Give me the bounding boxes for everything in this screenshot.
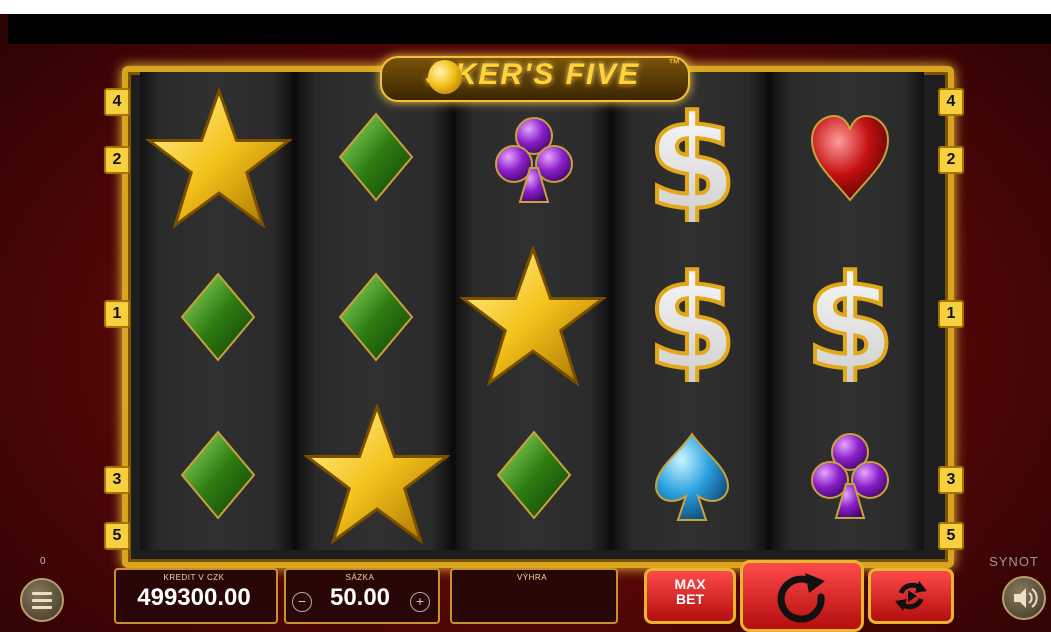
payline-right-2: 2	[938, 146, 964, 174]
hamburger-icon	[32, 592, 52, 609]
bet-increase-button[interactable]: +	[410, 592, 430, 612]
club-symbol-icon	[810, 428, 890, 522]
bet-label: SÁZKA	[345, 573, 375, 582]
menu-counter: 0	[40, 556, 46, 567]
game-title: J KER'S FIVE	[425, 58, 641, 91]
payline-left-4: 4	[104, 88, 130, 116]
star-symbol-icon	[460, 246, 606, 386]
svg-text:$: $	[805, 256, 895, 382]
payline-left-5: 5	[104, 522, 130, 550]
heart-symbol-icon	[810, 114, 890, 204]
payline-left-1: 1	[104, 300, 130, 328]
max-bet-label: MAX BET	[647, 577, 733, 607]
trademark: ™	[668, 56, 680, 70]
star-symbol-icon	[146, 88, 292, 228]
payline-left-3: 3	[104, 466, 130, 494]
top-black-bar	[8, 14, 1051, 44]
autoplay-icon	[895, 581, 927, 611]
spade-symbol-icon	[652, 430, 732, 524]
sound-button[interactable]	[1002, 576, 1046, 620]
game-stage: J KER'S FIVE ™ 4 2 1 3 5 4 2 1 3 5 $ $ $…	[0, 0, 1051, 632]
club-symbol-icon	[494, 112, 574, 206]
dollar-symbol-icon: $	[798, 256, 902, 382]
payline-right-3: 3	[938, 466, 964, 494]
payline-right-5: 5	[938, 522, 964, 550]
max-bet-line2: BET	[676, 591, 704, 607]
payline-right-1: 1	[938, 300, 964, 328]
payline-left-2: 2	[104, 146, 130, 174]
autoplay-button[interactable]	[868, 568, 954, 624]
minus-icon: −	[297, 593, 307, 609]
svg-text:$: $	[647, 96, 737, 222]
diamond-symbol-icon	[180, 430, 256, 520]
joker-ball-icon	[428, 60, 462, 94]
diamond-symbol-icon	[496, 430, 572, 520]
win-label: VÝHRA	[516, 573, 548, 582]
diamond-symbol-icon	[338, 272, 414, 362]
top-white-strip	[0, 0, 1051, 14]
payline-right-4: 4	[938, 88, 964, 116]
svg-text:$: $	[647, 256, 737, 382]
diamond-symbol-icon	[180, 272, 256, 362]
spin-button[interactable]	[740, 560, 864, 632]
credit-value: 499300.00	[137, 584, 251, 611]
provider-logo: SYNOT	[989, 554, 1039, 569]
max-bet-button[interactable]: MAX BET	[644, 568, 736, 624]
dollar-symbol-icon: $	[640, 256, 744, 382]
bet-decrease-button[interactable]: −	[292, 592, 312, 612]
spin-arrow-icon	[777, 573, 825, 623]
dollar-symbol-icon: $	[640, 96, 744, 222]
plus-icon: +	[415, 593, 425, 609]
bet-value: 50.00	[329, 584, 391, 611]
credit-label: KREDIT V CZK	[163, 573, 225, 582]
star-symbol-icon	[304, 404, 450, 544]
speaker-icon	[1014, 588, 1038, 608]
max-bet-line1: MAX	[674, 576, 706, 592]
menu-button[interactable]	[20, 578, 64, 622]
diamond-symbol-icon	[338, 112, 414, 202]
